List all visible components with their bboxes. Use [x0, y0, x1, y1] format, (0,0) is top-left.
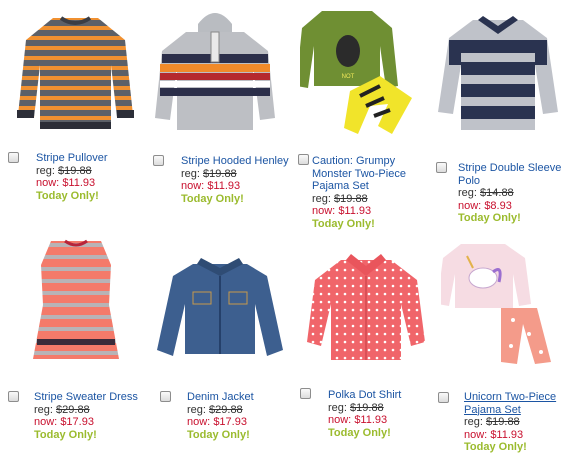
product-name-link[interactable]: Stripe Double Sleeve Polo: [458, 162, 568, 187]
regular-price: reg: $19.88: [328, 401, 384, 414]
product-name-link[interactable]: Stripe Sweater Dress: [34, 391, 144, 404]
product-checkbox[interactable]: [298, 154, 309, 165]
sale-price: now: $11.93: [464, 428, 524, 441]
regular-price: reg: $14.88: [458, 187, 514, 199]
today-only-badge: Today Only!: [187, 428, 250, 441]
regular-price: reg: $19.88: [36, 164, 92, 177]
today-only-badge: Today Only!: [312, 217, 375, 230]
product-image-stripe-pullover[interactable]: [5, 5, 145, 140]
sale-price: now: $17.93: [187, 416, 247, 428]
product-checkbox[interactable]: [153, 155, 164, 166]
product-info: Caution: Grumpy Monster Two-Piece Pajama…: [312, 155, 430, 230]
regular-price: reg: $29.88: [34, 403, 90, 416]
regular-price: reg: $19.88: [312, 192, 368, 205]
sale-price: now: $11.93: [328, 414, 388, 426]
product-name-link[interactable]: Stripe Hooded Henley: [181, 155, 291, 168]
today-only-badge: Today Only!: [464, 441, 527, 453]
product-image-polka-dot-shirt[interactable]: [296, 237, 436, 372]
product-image-stripe-hooded-henley[interactable]: [145, 3, 285, 138]
today-only-badge: Today Only!: [458, 212, 521, 224]
svg-text:NOT: NOT: [342, 74, 355, 80]
product-checkbox[interactable]: [436, 162, 447, 173]
product-image-stripe-sweater-dress[interactable]: [5, 232, 145, 367]
today-only-badge: Today Only!: [36, 189, 99, 202]
product-info: Polka Dot Shirt reg: $19.88 now: $11.93 …: [328, 389, 433, 439]
product-checkbox[interactable]: [8, 391, 19, 402]
today-only-badge: Today Only!: [181, 192, 244, 205]
product-name-link[interactable]: Caution: Grumpy Monster Two-Piece Pajama…: [312, 155, 430, 193]
product-name-link[interactable]: Stripe Pullover: [36, 152, 146, 165]
product-info: Stripe Double Sleeve Polo reg: $14.88 no…: [458, 162, 568, 225]
product-name-link[interactable]: Unicorn Two-Piece Pajama Set: [464, 391, 576, 416]
product-image-unicorn-pajama[interactable]: [436, 235, 576, 370]
regular-price: reg: $29.88: [187, 403, 243, 416]
product-info: Denim Jacket reg: $29.88 now: $17.93 Tod…: [187, 391, 292, 441]
sale-price: now: $8.93: [458, 199, 512, 212]
sale-price: now: $11.93: [312, 205, 372, 217]
sale-price: now: $11.93: [181, 180, 241, 192]
today-only-badge: Today Only!: [328, 426, 391, 439]
product-image-stripe-double-sleeve-polo[interactable]: [428, 5, 568, 140]
product-info: Stripe Pullover reg: $19.88 now: $11.93 …: [36, 152, 146, 202]
product-checkbox[interactable]: [438, 392, 449, 403]
product-checkbox[interactable]: [160, 391, 171, 402]
regular-price: reg: $19.88: [464, 416, 520, 428]
product-info: Stripe Sweater Dress reg: $29.88 now: $1…: [34, 391, 144, 441]
product-info: Unicorn Two-Piece Pajama Set reg: $19.88…: [464, 391, 576, 454]
product-checkbox[interactable]: [8, 152, 19, 163]
today-only-badge: Today Only!: [34, 428, 97, 441]
regular-price: reg: $19.88: [181, 167, 237, 180]
product-image-grumpy-monster-pajama[interactable]: NOT: [290, 3, 430, 138]
product-grid: Stripe Pullover reg: $19.88 now: $11.93 …: [0, 0, 580, 455]
sale-price: now: $11.93: [36, 177, 96, 189]
sale-price: now: $17.93: [34, 416, 94, 428]
product-image-denim-jacket[interactable]: [150, 237, 290, 372]
product-name-link[interactable]: Denim Jacket: [187, 391, 292, 404]
product-info: Stripe Hooded Henley reg: $19.88 now: $1…: [181, 155, 291, 205]
product-name-link[interactable]: Polka Dot Shirt: [328, 389, 433, 402]
product-checkbox[interactable]: [300, 388, 311, 399]
